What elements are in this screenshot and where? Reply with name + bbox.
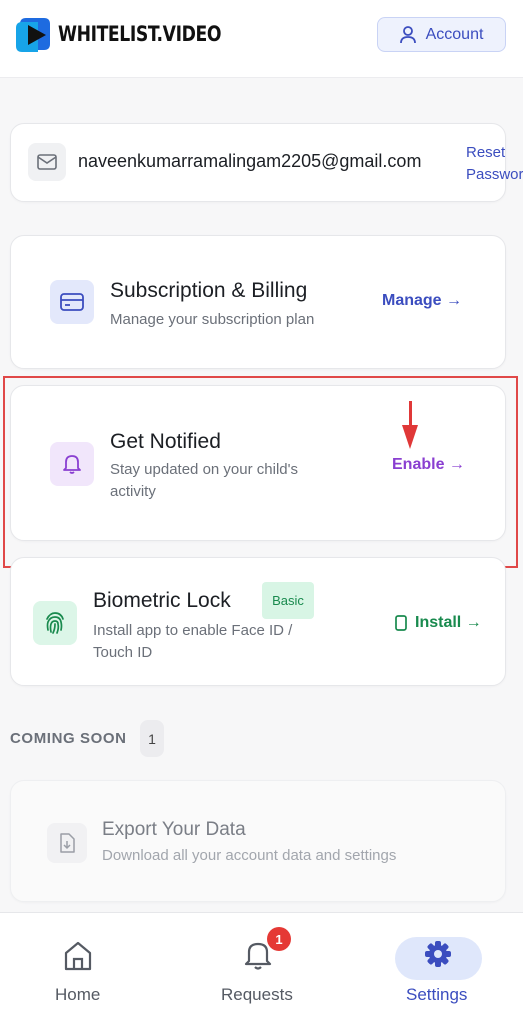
reset-line-2: Password bbox=[466, 166, 523, 183]
highlight-box bbox=[3, 376, 518, 568]
reset-line-1: Reset bbox=[466, 144, 506, 161]
account-label: Account bbox=[425, 25, 484, 43]
logo-icon bbox=[16, 18, 50, 52]
coming-soon-heading: COMING SOON bbox=[10, 730, 127, 747]
red-arrow-icon bbox=[402, 401, 418, 449]
export-data-card: Export Your Data Download all your accou… bbox=[10, 780, 506, 902]
biometric-card[interactable]: Biometric Lock Install app to enable Fac… bbox=[10, 557, 506, 686]
nav-requests[interactable]: Requests bbox=[210, 913, 306, 1020]
export-icon-box bbox=[47, 823, 87, 863]
subscription-card[interactable]: Subscription & Billing Manage your subsc… bbox=[10, 235, 506, 369]
gear-icon bbox=[425, 941, 451, 967]
account-email: naveenkumarramalingam2205@gmail.com bbox=[78, 151, 422, 171]
nav-settings-label: Settings bbox=[406, 985, 468, 1004]
plan-badge: Basic bbox=[262, 582, 314, 619]
credit-card-icon bbox=[60, 293, 84, 311]
account-button[interactable]: Account bbox=[377, 17, 506, 52]
coming-soon-count: 1 bbox=[140, 720, 164, 757]
logo[interactable]: WHITELIST.VIDEO bbox=[14, 14, 257, 54]
install-button[interactable]: Install → bbox=[415, 614, 482, 632]
home-icon bbox=[64, 941, 92, 971]
fingerprint-icon bbox=[46, 612, 64, 634]
mail-icon bbox=[37, 154, 57, 170]
fingerprint-icon-box bbox=[33, 601, 77, 645]
card-icon-box bbox=[50, 280, 94, 324]
mail-icon-box bbox=[28, 143, 66, 181]
nav-requests-label: Requests bbox=[221, 985, 293, 1004]
manage-button[interactable]: Manage → bbox=[382, 292, 462, 310]
bottom-nav: Home Requests Settings bbox=[0, 912, 523, 1020]
nav-home[interactable]: Home bbox=[40, 913, 116, 1020]
subscription-subtitle: Manage your subscription plan bbox=[110, 311, 315, 328]
logo-text: WHITELIST.VIDEO bbox=[58, 22, 222, 46]
subscription-title: Subscription & Billing bbox=[110, 279, 308, 302]
biometric-title: Biometric Lock bbox=[93, 589, 231, 612]
requests-badge: 1 bbox=[267, 927, 291, 951]
export-subtitle: Download all your account data and setti… bbox=[102, 847, 397, 864]
user-icon bbox=[399, 25, 416, 43]
biometric-subtitle-2: Touch ID bbox=[93, 644, 153, 661]
nav-settings[interactable]: Settings bbox=[395, 913, 482, 1020]
nav-home-label: Home bbox=[55, 985, 101, 1004]
phone-icon bbox=[395, 615, 407, 631]
file-download-icon bbox=[60, 833, 75, 853]
biometric-subtitle-1: Install app to enable Face ID / bbox=[93, 622, 293, 639]
reset-password-link[interactable]: Reset Password bbox=[466, 142, 523, 186]
email-card: naveenkumarramalingam2205@gmail.com bbox=[10, 123, 506, 202]
export-title: Export Your Data bbox=[102, 819, 246, 840]
app-header: WHITELIST.VIDEO Account bbox=[0, 0, 523, 78]
